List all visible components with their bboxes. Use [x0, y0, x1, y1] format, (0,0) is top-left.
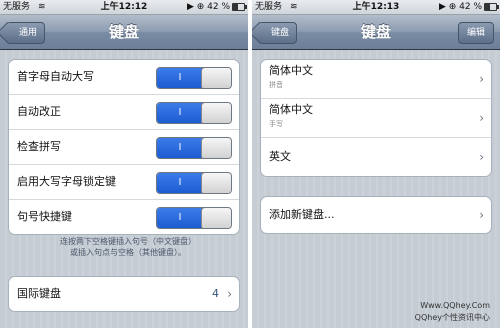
watermark: Www.QQhey.Com QQhey个性资讯中心 [414, 301, 490, 322]
setting-row-caps-lock[interactable]: 启用大写字母锁定键 I [9, 165, 239, 200]
setting-row-period-shortcut[interactable]: 句号快捷键 I [9, 200, 239, 234]
setting-row-auto-capitalize[interactable]: 首字母自动大写 I [9, 60, 239, 95]
toggle-group: 首字母自动大写 I 自动改正 I 检查拼写 I 启用大写字母锁定键 I 句号快捷… [8, 59, 240, 235]
keyboard-subtitle: 拼音 [269, 81, 283, 89]
screenshot-stage: 无服务 ≋ 上午12:12 ▶ ⊕ 42 % 通用 键盘 首字母自动大写 I 自… [0, 0, 500, 328]
setting-row-spell-check[interactable]: 检查拼写 I [9, 130, 239, 165]
keyboard-count: 4 [212, 287, 219, 300]
edit-button[interactable]: 编辑 [457, 22, 494, 44]
toggle-switch[interactable]: I [156, 207, 232, 229]
setting-label: 启用大写字母锁定键 [17, 175, 116, 188]
chevron-right-icon: › [227, 287, 232, 301]
keyboard-row-handwriting[interactable]: 简体中文 手写 › [261, 99, 491, 138]
keyboard-name: 英文 [269, 150, 291, 163]
keyboard-settings-panel: 无服务 ≋ 上午12:12 ▶ ⊕ 42 % 通用 键盘 首字母自动大写 I 自… [0, 0, 248, 328]
setting-label: 自动改正 [17, 105, 61, 118]
battery-percent: ▶ ⊕ 42 % [438, 2, 482, 12]
keyboard-row-english[interactable]: 英文 › [261, 138, 491, 176]
chevron-right-icon: › [479, 208, 484, 222]
setting-label: 句号快捷键 [17, 210, 72, 223]
toggle-switch[interactable]: I [156, 67, 232, 89]
setting-row-auto-correct[interactable]: 自动改正 I [9, 95, 239, 130]
international-keyboards-row[interactable]: 国际键盘 4 › [9, 277, 239, 311]
international-group: 国际键盘 4 › [8, 276, 240, 312]
battery-percent: ▶ ⊕ 42 % [186, 2, 230, 12]
installed-keyboards-group: 简体中文 拼音 › 简体中文 手写 › 英文 › [260, 59, 492, 177]
setting-label: 检查拼写 [17, 140, 61, 153]
keyboard-name: 简体中文 [269, 103, 313, 116]
setting-label: 首字母自动大写 [17, 70, 94, 83]
keyboard-row-pinyin[interactable]: 简体中文 拼音 › [261, 60, 491, 99]
add-new-keyboard-label: 添加新键盘... [269, 208, 335, 221]
navigation-bar: 键盘 键盘 编辑 [252, 15, 500, 50]
international-keyboards-label: 国际键盘 [17, 287, 61, 300]
back-button[interactable]: 通用 [6, 22, 46, 44]
keyboard-subtitle: 手写 [269, 120, 283, 128]
status-bar: 无服务 ≋ 上午12:12 ▶ ⊕ 42 % [0, 0, 248, 15]
status-bar: 无服务 ≋ 上午12:13 ▶ ⊕ 42 % [252, 0, 500, 15]
battery-icon [232, 3, 247, 11]
chevron-right-icon: › [479, 72, 484, 86]
add-new-keyboard-row[interactable]: 添加新键盘... › [261, 197, 491, 233]
navigation-bar: 通用 键盘 [0, 15, 248, 50]
battery-icon [484, 3, 499, 11]
keyboard-name: 简体中文 [269, 64, 313, 77]
add-keyboard-group: 添加新键盘... › [260, 196, 492, 234]
keyboards-list-panel: 无服务 ≋ 上午12:13 ▶ ⊕ 42 % 键盘 键盘 编辑 简体中文 拼音 … [252, 0, 500, 328]
toggle-switch[interactable]: I [156, 102, 232, 124]
toggle-switch[interactable]: I [156, 172, 232, 194]
chevron-right-icon: › [479, 111, 484, 125]
back-button[interactable]: 键盘 [258, 22, 298, 44]
period-shortcut-footnote: 连按两下空格键插入句号（中文键盘） 或插入句点与空格（其他键盘）。 [60, 237, 196, 257]
toggle-switch[interactable]: I [156, 137, 232, 159]
chevron-right-icon: › [479, 150, 484, 164]
